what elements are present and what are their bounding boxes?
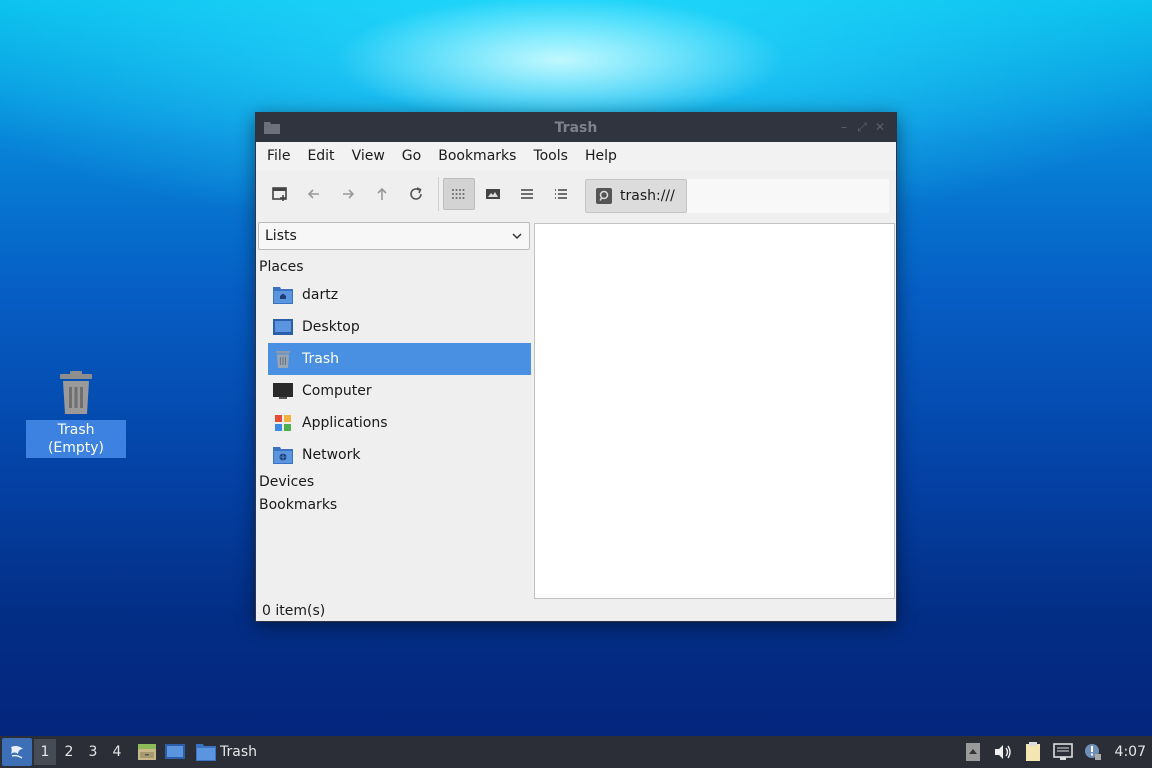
path-text: trash:/// bbox=[620, 188, 675, 204]
title-bar[interactable]: Trash – ⤢ ✕ bbox=[256, 113, 896, 142]
place-label: Network bbox=[302, 447, 361, 463]
arrow-up-icon bbox=[965, 743, 980, 761]
menu-help[interactable]: Help bbox=[578, 142, 624, 170]
side-pane-mode-value: Lists bbox=[265, 228, 297, 244]
notification-icon bbox=[1084, 744, 1101, 760]
place-item-applications[interactable]: Applications bbox=[268, 407, 531, 439]
path-button-trash[interactable]: trash:/// bbox=[585, 179, 687, 213]
desktop-icon bbox=[165, 744, 185, 759]
tray-expand-button[interactable] bbox=[961, 741, 985, 763]
network-icon bbox=[1052, 743, 1073, 760]
new-tab-icon bbox=[272, 187, 287, 201]
forward-button[interactable] bbox=[332, 178, 364, 210]
applications-icon bbox=[272, 413, 294, 433]
place-item-network[interactable]: Network bbox=[268, 439, 531, 471]
workspace-2[interactable]: 2 bbox=[58, 739, 80, 765]
place-item-computer[interactable]: Computer bbox=[268, 375, 531, 407]
bookmarks-section-header[interactable]: Bookmarks bbox=[259, 497, 337, 513]
clipboard-icon bbox=[1025, 742, 1040, 761]
status-bar-text: 0 item(s) bbox=[262, 603, 326, 619]
trash-icon bbox=[272, 349, 294, 369]
detailed-list-icon bbox=[555, 189, 567, 199]
notification-button[interactable] bbox=[1081, 741, 1105, 763]
thumbnail-view-button[interactable] bbox=[477, 178, 509, 210]
compact-view-icon bbox=[521, 189, 533, 199]
place-item-home[interactable]: dartz bbox=[268, 279, 531, 311]
desktop-trash-item[interactable]: Trash (Empty) bbox=[26, 370, 126, 458]
chevron-down-icon bbox=[512, 233, 522, 240]
side-pane: Lists Places dartz Desktop Trash Compute… bbox=[256, 219, 533, 599]
icon-view-icon bbox=[452, 189, 465, 199]
trash-icon bbox=[56, 370, 96, 416]
start-menu-button[interactable] bbox=[2, 738, 32, 766]
place-label: Trash bbox=[302, 351, 339, 367]
home-folder-icon bbox=[272, 285, 294, 305]
network-status-button[interactable] bbox=[1051, 741, 1075, 763]
devices-section-header[interactable]: Devices bbox=[259, 474, 314, 490]
menu-file[interactable]: File bbox=[260, 142, 297, 170]
places-section-header[interactable]: Places bbox=[259, 259, 304, 275]
close-icon[interactable]: ✕ bbox=[874, 121, 886, 133]
new-tab-button[interactable] bbox=[264, 178, 296, 210]
desktop-icon bbox=[272, 317, 294, 337]
place-label: Applications bbox=[302, 415, 388, 431]
menu-tools[interactable]: Tools bbox=[526, 142, 575, 170]
path-bar[interactable]: trash:/// bbox=[585, 179, 889, 213]
compact-view-button[interactable] bbox=[511, 178, 543, 210]
menu-go[interactable]: Go bbox=[395, 142, 428, 170]
menu-edit[interactable]: Edit bbox=[300, 142, 341, 170]
search-icon bbox=[596, 188, 612, 204]
reload-icon bbox=[410, 187, 422, 200]
workspace-3[interactable]: 3 bbox=[82, 739, 104, 765]
task-label: Trash bbox=[220, 744, 257, 760]
network-folder-icon bbox=[272, 445, 294, 465]
clipboard-button[interactable] bbox=[1021, 741, 1045, 763]
workspace-4[interactable]: 4 bbox=[106, 739, 128, 765]
system-tray: 4:07 bbox=[955, 736, 1152, 768]
folder-icon bbox=[196, 744, 216, 761]
task-button-trash[interactable]: Trash bbox=[196, 743, 257, 761]
volume-button[interactable] bbox=[991, 741, 1015, 763]
up-button[interactable] bbox=[366, 178, 398, 210]
file-cabinet-icon bbox=[138, 744, 156, 760]
volume-icon bbox=[994, 745, 1011, 759]
place-item-desktop[interactable]: Desktop bbox=[268, 311, 531, 343]
place-item-trash[interactable]: Trash bbox=[268, 343, 531, 375]
file-manager-launcher[interactable] bbox=[136, 741, 158, 763]
workspace-1[interactable]: 1 bbox=[34, 739, 56, 765]
clock[interactable]: 4:07 bbox=[1115, 744, 1146, 760]
maximize-icon[interactable]: ⤢ bbox=[856, 121, 868, 133]
folder-icon bbox=[264, 120, 280, 134]
reload-button[interactable] bbox=[400, 178, 432, 210]
place-label: dartz bbox=[302, 287, 339, 303]
thumbnail-view-icon bbox=[486, 189, 500, 199]
lxqt-logo-icon bbox=[11, 745, 23, 759]
toolbar: trash:/// bbox=[256, 170, 896, 218]
place-label: Computer bbox=[302, 383, 372, 399]
window-title: Trash bbox=[554, 119, 598, 136]
folder-view[interactable] bbox=[534, 223, 895, 599]
computer-icon bbox=[272, 381, 294, 401]
minimize-icon[interactable]: – bbox=[838, 121, 850, 133]
show-desktop-button[interactable] bbox=[164, 741, 186, 763]
toolbar-separator bbox=[438, 177, 439, 211]
back-icon bbox=[307, 189, 319, 199]
back-button[interactable] bbox=[298, 178, 330, 210]
up-icon bbox=[377, 187, 387, 200]
desktop-trash-label: Trash (Empty) bbox=[26, 420, 126, 458]
forward-icon bbox=[343, 189, 355, 199]
taskbar: 1 2 3 4 Trash 4:07 bbox=[0, 736, 1152, 768]
file-manager-window: Trash – ⤢ ✕ File Edit View Go Bookmarks … bbox=[255, 112, 897, 622]
side-pane-mode-select[interactable]: Lists bbox=[258, 222, 530, 250]
menu-bookmarks[interactable]: Bookmarks bbox=[431, 142, 523, 170]
icon-view-button[interactable] bbox=[443, 178, 475, 210]
detailed-list-button[interactable] bbox=[545, 178, 577, 210]
place-label: Desktop bbox=[302, 319, 360, 335]
menu-bar: File Edit View Go Bookmarks Tools Help bbox=[256, 142, 896, 170]
menu-view[interactable]: View bbox=[345, 142, 392, 170]
